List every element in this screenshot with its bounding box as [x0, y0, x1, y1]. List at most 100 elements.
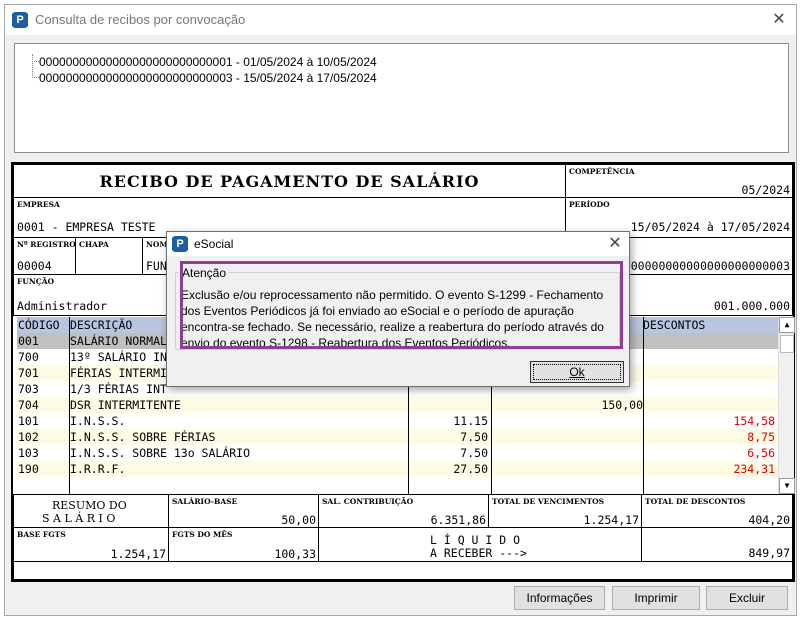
row-description: FÉRIAS INTERMI [70, 366, 167, 380]
row-reference: 7.50 [460, 430, 488, 444]
row-reference: 11.15 [453, 414, 488, 428]
competencia-label: COMPETÊNCIA [569, 167, 635, 176]
total-desc-box: TOTAL DE DESCONTOS 404,20 [641, 494, 793, 528]
col-descontos: DESCONTOS [643, 318, 706, 332]
row-code: 001 [18, 334, 39, 348]
competencia-box: COMPETÊNCIA 05/2024 [565, 164, 793, 198]
dialog-title: eSocial [194, 237, 234, 251]
title-bar: P Consulta de recibos por convocação ✕ [5, 5, 796, 35]
tree-item-recibo-3[interactable]: 00000000000000000000000000003 - 15/05/20… [39, 71, 377, 85]
total-venc-box: TOTAL DE VENCIMENTOS 1.254,17 [488, 494, 642, 528]
registro-box: Nº REGISTRO 00004 [13, 237, 76, 275]
total-venc-label: TOTAL DE VENCIMENTOS [492, 497, 605, 506]
row-desconto: 6,56 [747, 446, 775, 460]
row-code: 703 [18, 382, 39, 396]
sal-contrib-box: SAL. CONTRIBUIÇÃO 6.351,86 [318, 494, 489, 528]
resumo-line1: RESUMO DO [52, 499, 127, 512]
resumo-box: RESUMO DO S A L Á R I O [13, 494, 169, 528]
chapa-label: CHAPA [79, 240, 109, 249]
funcao-value: Administrador [17, 299, 108, 313]
row-code: 701 [18, 366, 39, 380]
imprimir-button[interactable]: Imprimir [612, 586, 700, 610]
window-title: Consulta de recibos por convocação [35, 12, 246, 27]
table-row[interactable]: 101 I.N.S.S. 11.15 154,58 [17, 413, 778, 429]
row-code: 103 [18, 446, 39, 460]
recibo-title: RECIBO DE PAGAMENTO DE SALÁRIO [99, 172, 480, 191]
recibos-tree[interactable]: 00000000000000000000000000001 - 01/05/20… [14, 43, 789, 153]
col-codigo: CÓDIGO [18, 318, 60, 332]
liquido-line2: A RECEBER ---> [430, 546, 527, 560]
liquido-label-box: L Í Q U I D O A RECEBER ---> [318, 527, 642, 562]
chapa-box: CHAPA [75, 237, 143, 275]
ok-button[interactable]: Ok [530, 361, 624, 383]
row-vencimento: 150,00 [601, 398, 643, 412]
excluir-button[interactable]: Excluir [706, 586, 788, 610]
row-code: 700 [18, 350, 39, 364]
funcao-label: FUNÇÃO [17, 277, 55, 286]
salario-base-box: SALÁRIO-BASE 50,00 [168, 494, 319, 528]
total-desc-label: TOTAL DE DESCONTOS [645, 497, 746, 506]
row-description: I.N.S.S. [70, 414, 126, 428]
row-desconto: 234,31 [733, 462, 775, 476]
empresa-value: 0001 - EMPRESA TESTE [17, 220, 156, 234]
periodo-label: PERÍODO [569, 200, 610, 209]
table-row[interactable]: 704 DSR INTERMITENTE 150,00 [17, 397, 778, 413]
tree-item-recibo-1[interactable]: 00000000000000000000000000001 - 01/05/20… [39, 55, 377, 69]
salario-base-label: SALÁRIO-BASE [172, 497, 238, 506]
scroll-up-icon[interactable]: ▲ [779, 317, 795, 333]
recibo-title-box: RECIBO DE PAGAMENTO DE SALÁRIO [13, 164, 566, 198]
table-row[interactable]: 103 I.N.S.S. SOBRE 13o SALÁRIO 7.50 6,56 [17, 445, 778, 461]
row-code: 102 [18, 430, 39, 444]
total-desc-value: 404,20 [748, 513, 790, 527]
col-divider [643, 317, 644, 494]
salario-base-value: 50,00 [281, 513, 316, 527]
dialog-close-icon[interactable]: ✕ [605, 236, 625, 252]
col-descricao: DESCRIÇÃO [70, 318, 133, 332]
liquido-box: 849,97 [641, 527, 793, 562]
row-description: DSR INTERMITENTE [70, 398, 181, 412]
sal-contrib-value: 6.351,86 [430, 513, 486, 527]
cargo-value: 00000000000000000000003 [630, 259, 790, 273]
row-code: 190 [18, 462, 39, 476]
close-icon[interactable]: ✕ [769, 12, 789, 28]
fgts-mes-value: 100,33 [274, 547, 316, 561]
footer-box [13, 561, 793, 580]
table-row[interactable]: 102 I.N.S.S. SOBRE FÉRIAS 7.50 8,75 [17, 429, 778, 445]
salario-value: 001.000.000 [713, 299, 790, 313]
liquido-value: 849,97 [748, 546, 790, 560]
app-logo-icon: P [12, 12, 28, 28]
resumo-line2: S A L Á R I O [42, 512, 116, 525]
row-description: 1/3 FÉRIAS INT [70, 382, 167, 396]
table-row[interactable]: 190 I.R.R.F. 27.50 234,31 [17, 461, 778, 477]
row-description: I.N.S.S. SOBRE 13o SALÁRIO [70, 446, 251, 460]
competencia-value: 05/2024 [741, 183, 790, 197]
row-reference: 27.50 [453, 462, 488, 476]
fgts-mes-box: FGTS DO MÊS 100,33 [168, 527, 319, 562]
scroll-down-icon[interactable]: ▼ [779, 478, 795, 494]
highlight-frame [180, 261, 623, 349]
row-desconto: 8,75 [747, 430, 775, 444]
fgts-mes-label: FGTS DO MÊS [172, 530, 233, 539]
empresa-label: EMPRESA [17, 200, 60, 209]
sal-contrib-label: SAL. CONTRIBUIÇÃO [322, 497, 414, 506]
row-description: I.N.S.S. SOBRE FÉRIAS [70, 430, 216, 444]
registro-value: 00004 [17, 259, 52, 273]
informacoes-button[interactable]: Informações [514, 586, 605, 610]
empty-row [17, 477, 778, 493]
row-reference: 7.50 [460, 446, 488, 460]
scroll-thumb[interactable] [780, 335, 794, 353]
row-description: I.R.R.F. [70, 462, 126, 476]
row-desconto: 154,58 [733, 414, 775, 428]
table-scrollbar[interactable]: ▲ ▼ [778, 317, 795, 494]
row-code: 101 [18, 414, 39, 428]
row-description: SALÁRIO NORMAL [70, 334, 167, 348]
base-fgts-box: BASE FGTS 1.254,17 [13, 527, 169, 562]
dialog-title-bar: P eSocial ✕ [167, 232, 629, 256]
liquido-line1: L Í Q U I D O [430, 533, 521, 547]
col-divider [69, 317, 70, 494]
base-fgts-value: 1.254,17 [110, 547, 166, 561]
registro-label: Nº REGISTRO [17, 240, 76, 249]
tree-connector [32, 54, 33, 78]
row-description: 13º SALÁRIO IN [70, 350, 167, 364]
base-fgts-label: BASE FGTS [17, 530, 66, 539]
